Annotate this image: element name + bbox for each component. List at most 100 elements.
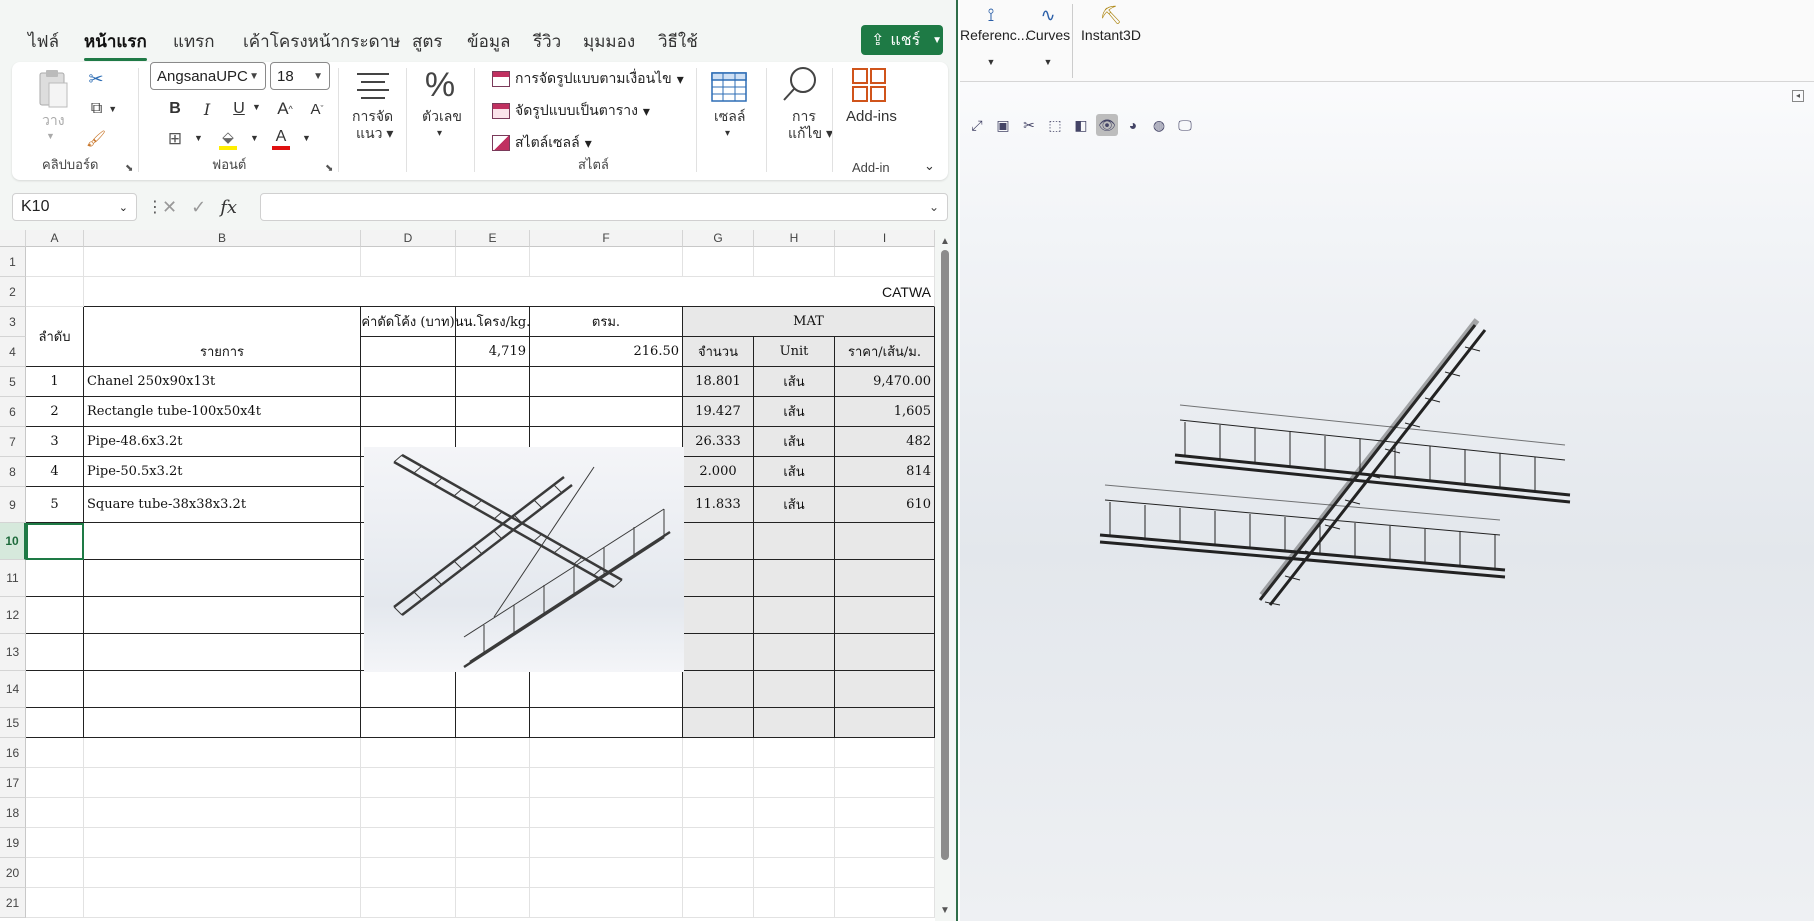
cell[interactable]	[456, 738, 530, 768]
cell[interactable]	[683, 828, 754, 858]
header-area[interactable]: ตรม.	[530, 307, 683, 337]
tab-page-layout[interactable]: เค้าโครงหน้ากระดาษ	[243, 28, 400, 55]
row-header[interactable]: 1	[0, 247, 26, 277]
vertical-scrollbar[interactable]: ▲ ▼	[938, 236, 952, 916]
item-unit[interactable]: เส้น	[754, 427, 835, 457]
cell[interactable]	[456, 888, 530, 918]
cell[interactable]	[456, 858, 530, 888]
format-as-table-button[interactable]: จัดรูปแบบเป็นตาราง ▾	[492, 100, 650, 122]
font-name-select[interactable]: AngsanaUPC ▼	[150, 62, 266, 90]
item-qty[interactable]: 19.427	[683, 397, 754, 427]
row-header[interactable]: 3	[0, 307, 26, 337]
cell[interactable]	[530, 828, 683, 858]
embedded-catwalk-image[interactable]	[364, 447, 684, 672]
grow-font-button[interactable]: A ^	[274, 98, 296, 120]
tab-review[interactable]: รีวิว	[533, 28, 561, 55]
cell[interactable]	[456, 397, 530, 427]
cell[interactable]	[683, 708, 754, 738]
item-qty[interactable]: 18.801	[683, 367, 754, 397]
cell[interactable]	[361, 708, 456, 738]
cell[interactable]	[530, 798, 683, 828]
italic-button[interactable]: I	[196, 98, 218, 120]
row-header[interactable]: 11	[0, 560, 26, 597]
cell[interactable]	[456, 367, 530, 397]
cell[interactable]	[84, 738, 361, 768]
header-weight[interactable]: นน.โครง/kg.	[456, 307, 530, 337]
tab-formulas[interactable]: สูตร	[412, 28, 443, 55]
cell[interactable]	[84, 247, 361, 277]
chevron-down-icon[interactable]: ⌄	[929, 200, 939, 214]
chevron-down-icon[interactable]: ▼	[250, 133, 259, 143]
cell[interactable]	[683, 597, 754, 634]
cell[interactable]	[835, 798, 935, 828]
formula-input[interactable]: ⌄	[260, 193, 948, 221]
cell[interactable]	[754, 768, 835, 798]
row-header[interactable]: 2	[0, 277, 26, 307]
cell[interactable]	[754, 247, 835, 277]
item-name[interactable]: Pipe-50.5x3.2t	[84, 457, 361, 487]
cell[interactable]	[530, 367, 683, 397]
header-mat[interactable]: MAT	[683, 307, 935, 337]
cell[interactable]	[84, 858, 361, 888]
cell[interactable]	[835, 768, 935, 798]
conditional-formatting-button[interactable]: การจัดรูปแบบตามเงื่อนไข ▾	[492, 68, 684, 90]
column-header-e[interactable]: E	[456, 230, 530, 247]
cell[interactable]	[26, 634, 84, 671]
font-size-select[interactable]: 18 ▼	[270, 62, 330, 90]
cell[interactable]	[456, 828, 530, 858]
more-options-icon[interactable]: ⋮	[147, 197, 163, 217]
paste-icon[interactable]	[36, 68, 70, 110]
row-header[interactable]: 21	[0, 888, 26, 918]
fill-color-icon[interactable]: ⬙	[217, 126, 239, 152]
column-header-b[interactable]: B	[84, 230, 361, 247]
cell[interactable]	[835, 708, 935, 738]
cell[interactable]	[26, 828, 84, 858]
curves-button[interactable]: ∿ Curves ▼	[1024, 5, 1072, 67]
panel-collapse-icon[interactable]: ◂	[1792, 90, 1804, 102]
worksheet-grid[interactable]: A B D E F G H I 1 2 3 4 5 6 7 8 9 10 11 12 13 14 15 16 1…	[0, 230, 935, 921]
row-header[interactable]: 19	[0, 828, 26, 858]
item-unit[interactable]: เส้น	[754, 397, 835, 427]
cell[interactable]	[456, 708, 530, 738]
item-price[interactable]: 1,605	[835, 397, 935, 427]
row-header[interactable]: 10	[0, 523, 26, 560]
item-price[interactable]: 814	[835, 457, 935, 487]
cell[interactable]	[683, 523, 754, 560]
item-price[interactable]: 9,470.00	[835, 367, 935, 397]
cell[interactable]	[84, 798, 361, 828]
select-all-corner[interactable]	[0, 230, 26, 247]
row-header[interactable]: 6	[0, 397, 26, 427]
copy-icon[interactable]: ⧉ ▼	[84, 98, 124, 120]
cell[interactable]	[835, 560, 935, 597]
underline-button[interactable]: U	[228, 98, 250, 120]
cell[interactable]	[530, 858, 683, 888]
cell[interactable]	[683, 768, 754, 798]
cell[interactable]	[84, 768, 361, 798]
shrink-font-button[interactable]: Aˇ	[306, 98, 328, 120]
cut-icon[interactable]: ✂	[85, 68, 107, 90]
cell[interactable]	[26, 671, 84, 708]
borders-icon[interactable]: ⊞	[164, 128, 186, 150]
font-color-icon[interactable]: A	[270, 126, 292, 152]
cell[interactable]	[84, 560, 361, 597]
cell[interactable]	[361, 828, 456, 858]
cell[interactable]	[26, 597, 84, 634]
tab-help[interactable]: วิธีใช้	[658, 28, 698, 55]
cell[interactable]	[456, 798, 530, 828]
header-order[interactable]: ลำดับ	[26, 307, 84, 367]
cells-icon[interactable]	[710, 66, 748, 104]
item-price[interactable]: 482	[835, 427, 935, 457]
column-header-i[interactable]: I	[835, 230, 935, 247]
item-unit[interactable]: เส้น	[754, 487, 835, 523]
column-header-d[interactable]: D	[361, 230, 456, 247]
cell[interactable]	[683, 798, 754, 828]
tab-insert[interactable]: แทรก	[173, 28, 215, 55]
cell[interactable]	[754, 798, 835, 828]
cell[interactable]	[361, 888, 456, 918]
cell[interactable]	[530, 397, 683, 427]
row-header[interactable]: 5	[0, 367, 26, 397]
editing-label-2[interactable]: แก้ไข ▾	[788, 125, 833, 142]
cell[interactable]	[84, 888, 361, 918]
cell[interactable]	[361, 367, 456, 397]
cell[interactable]	[683, 738, 754, 768]
